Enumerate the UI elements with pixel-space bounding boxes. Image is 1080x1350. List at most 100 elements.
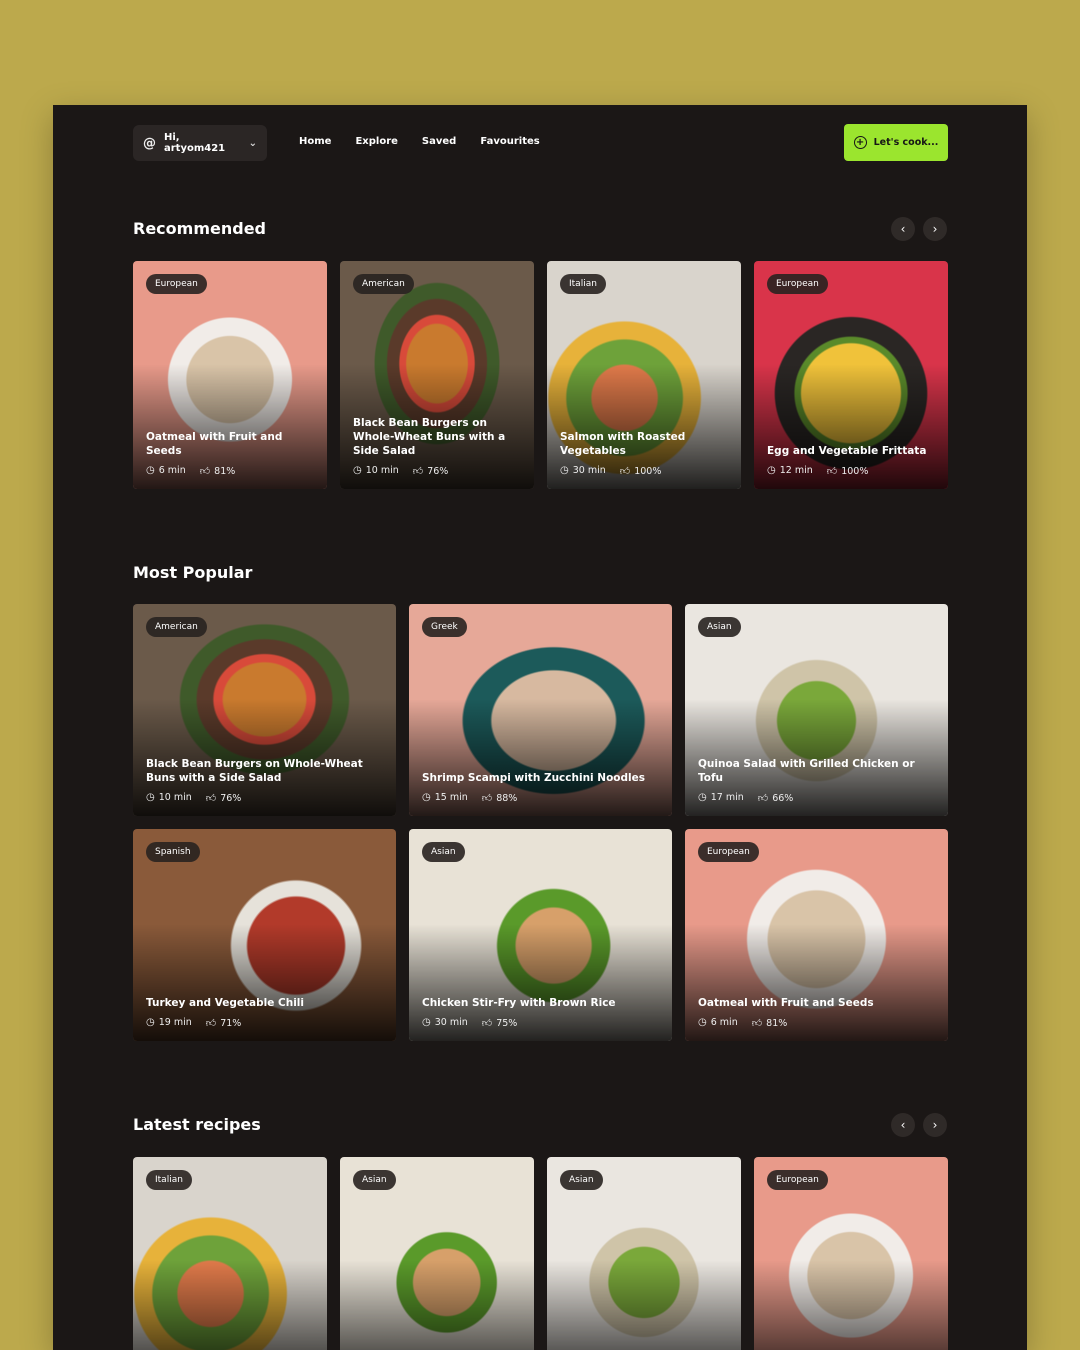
rating: 👍︎ 76% <box>413 465 449 477</box>
recipe-meta: ◷ 30 min 👍︎ 100% <box>560 465 661 477</box>
recipe-meta: ◷ 10 min 👍︎ 76% <box>353 465 448 477</box>
thumbs-up-icon: 👍︎ <box>199 466 211 477</box>
lets-cook-button[interactable]: + Let's cook... <box>844 124 948 161</box>
recipe-card[interactable]: European Oatmeal with Fruit and Seeds ◷ 6 m… <box>685 829 948 1041</box>
cuisine-badge: European <box>146 274 207 294</box>
rating: 👍︎ 66% <box>758 792 794 804</box>
recipe-title: Turkey and Vegetable Chili <box>146 997 305 1009</box>
cook-time: ◷ 30 min <box>560 465 606 477</box>
chevron-down-icon: ⌄ <box>248 137 257 149</box>
plus-circle-icon: + <box>853 136 867 149</box>
photo-shade <box>340 1259 534 1350</box>
cook-time: ◷ 10 min <box>146 792 192 804</box>
rating-value: 75% <box>496 1018 518 1029</box>
cook-time: ◷ 6 min <box>146 465 186 477</box>
section-title-latest: Latest recipes <box>133 1115 261 1134</box>
thumbs-up-icon: 👍︎ <box>481 1018 493 1029</box>
user-menu[interactable]: @ Hi, artyom421 ⌄ <box>133 125 267 161</box>
cuisine-badge: European <box>698 842 759 862</box>
app-window: @ Hi, artyom421 ⌄ Home Explore Saved Fav… <box>53 105 1027 1350</box>
at-icon: @ <box>143 135 156 151</box>
clock-icon: ◷ <box>422 1017 431 1028</box>
recipe-card[interactable]: American Black Bean Burgers on Whole-Whea… <box>340 261 534 489</box>
photo-shade <box>547 1259 741 1350</box>
rating: 👍︎ 71% <box>206 1017 242 1029</box>
recipe-card[interactable]: European Egg and Vegetable Frittata ◷ 12 mi… <box>754 261 948 489</box>
section-title-recommended: Recommended <box>133 219 266 238</box>
recipe-card[interactable]: AsianChicken Stir-Fry with Brown Rice <box>340 1157 534 1350</box>
clock-icon: ◷ <box>767 465 776 476</box>
recipe-meta: ◷ 30 min 👍︎ 75% <box>422 1017 517 1029</box>
prev-arrow-button[interactable]: ‹ <box>891 1113 915 1137</box>
rating-value: 81% <box>214 466 236 477</box>
recipe-meta: ◷ 19 min 👍︎ 71% <box>146 1017 241 1029</box>
cuisine-badge: American <box>353 274 414 294</box>
cook-time: ◷ 30 min <box>422 1017 468 1029</box>
recipe-meta: ◷ 12 min 👍︎ 100% <box>767 465 868 477</box>
cuisine-badge: Greek <box>422 617 467 637</box>
next-arrow-button[interactable]: › <box>923 1113 947 1137</box>
cuisine-badge: Asian <box>560 1170 603 1190</box>
recipe-card[interactable]: Italian Salmon with Roasted Vegetables ◷ 30… <box>547 261 741 489</box>
recipe-card[interactable]: Asian Chicken Stir-Fry with Brown Rice ◷ 30… <box>409 829 672 1041</box>
rating-value: 71% <box>220 1018 242 1029</box>
clock-icon: ◷ <box>353 465 362 476</box>
recipe-card[interactable]: AsianQuinoa Salad with Grilled Chicken o… <box>547 1157 741 1350</box>
nav-home[interactable]: Home <box>299 136 331 147</box>
nav-favourites[interactable]: Favourites <box>480 136 539 147</box>
recipe-card[interactable]: European Oatmeal with Fruit and Seeds ◷ 6 m… <box>133 261 327 489</box>
clock-icon: ◷ <box>146 465 155 476</box>
cook-time-value: 15 min <box>434 792 468 803</box>
rating-value: 81% <box>766 1018 788 1029</box>
cook-time-value: 6 min <box>710 1017 738 1028</box>
recipe-title: Black Bean Burgers on Whole-Wheat Buns w… <box>146 758 363 784</box>
prev-arrow-button[interactable]: ‹ <box>891 217 915 241</box>
cuisine-badge: European <box>767 274 828 294</box>
recipe-title: Shrimp Scampi with Zucchini Noodles <box>422 772 646 784</box>
recipe-meta: ◷ 15 min 👍︎ 88% <box>422 792 517 804</box>
rating-value: 88% <box>496 793 518 804</box>
thumbs-up-icon: 👍︎ <box>481 793 493 804</box>
recipe-card[interactable]: AsianQuinoa Salad with Grilled Chicken o… <box>685 604 948 816</box>
cook-time-value: 6 min <box>158 465 186 476</box>
recipe-card[interactable]: Spanish Turkey and Vegetable Chili ◷ 19 min… <box>133 829 396 1041</box>
popular-grid: American Black Bean Burgers on Whole-Whea… <box>133 604 948 1041</box>
recipe-meta: ◷ 10 min 👍︎ 76% <box>146 792 241 804</box>
main-nav: Home Explore Saved Favourites <box>299 136 540 147</box>
rating: 👍︎ 100% <box>620 465 662 477</box>
recipe-title: Salmon with Roasted Vegetables <box>560 431 686 457</box>
clock-icon: ◷ <box>146 792 155 803</box>
cook-time-value: 12 min <box>779 465 813 476</box>
nav-explore[interactable]: Explore <box>355 136 397 147</box>
cuisine-badge: Asian <box>698 617 741 637</box>
clock-icon: ◷ <box>698 792 707 803</box>
clock-icon: ◷ <box>560 465 569 476</box>
cook-time: ◷ 12 min <box>767 465 813 477</box>
recipe-title: Oatmeal with Fruit and Seeds <box>698 997 874 1009</box>
recipe-card[interactable]: EuropeanOatmeal with Fruit and Seeds <box>754 1157 948 1350</box>
thumbs-up-icon: 👍︎ <box>412 466 424 477</box>
thumbs-up-icon: 👍︎ <box>619 466 631 477</box>
section-title-popular: Most Popular <box>133 563 253 582</box>
recipe-title: Oatmeal with Fruit and Seeds <box>146 431 283 457</box>
recipe-card[interactable]: Greek Shrimp Scampi with Zucchini Noodles… <box>409 604 672 816</box>
next-arrow-button[interactable]: › <box>923 217 947 241</box>
recipe-card[interactable]: ItalianSalmon with Roasted Vegetables <box>133 1157 327 1350</box>
recipe-meta: ◷ 6 min 👍︎ 81% <box>698 1017 787 1029</box>
recipe-title: Black Bean Burgers on Whole-Wheat Buns w… <box>353 417 506 457</box>
rating-value: 100% <box>634 466 662 477</box>
recipe-title: Chicken Stir-Fry with Brown Rice <box>422 997 616 1009</box>
cook-time-value: 17 min <box>710 792 744 803</box>
rating-value: 66% <box>772 793 794 804</box>
recommended-grid: European Oatmeal with Fruit and Seeds ◷ 6 m… <box>133 261 948 489</box>
recipe-title: Egg and Vegetable Frittata <box>767 445 927 457</box>
clock-icon: ◷ <box>422 792 431 803</box>
recipe-meta: ◷ 17 min 👍︎ 66% <box>698 792 793 804</box>
recommended-arrows: ‹ › <box>891 217 947 241</box>
nav-saved[interactable]: Saved <box>422 136 456 147</box>
cook-time: ◷ 10 min <box>353 465 399 477</box>
cuisine-badge: Spanish <box>146 842 200 862</box>
clock-icon: ◷ <box>146 1017 155 1028</box>
recipe-meta: ◷ 6 min 👍︎ 81% <box>146 465 235 477</box>
recipe-card[interactable]: American Black Bean Burgers on Whole-Whea… <box>133 604 396 816</box>
